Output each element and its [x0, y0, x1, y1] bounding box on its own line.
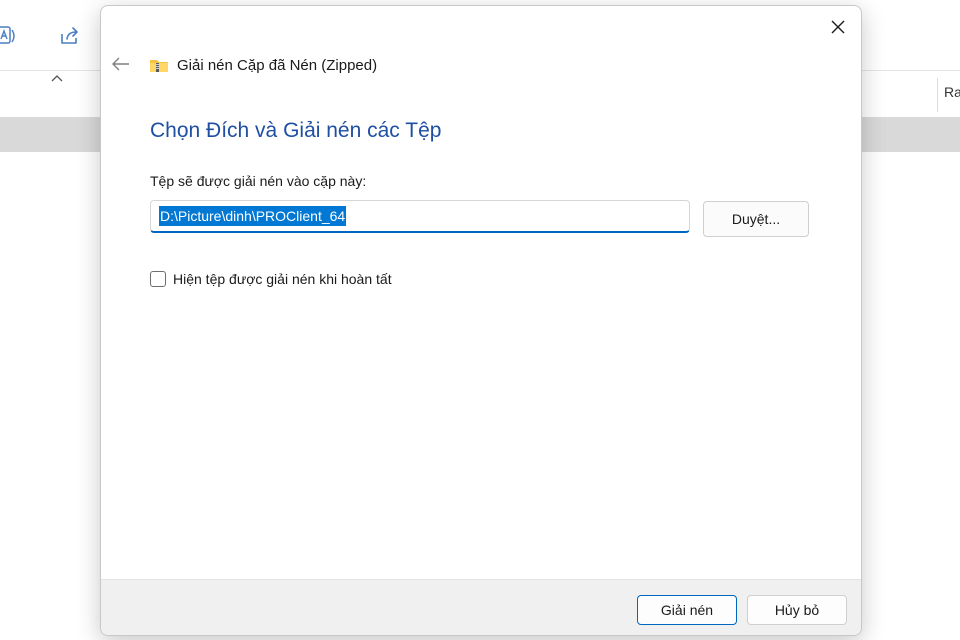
back-arrow-icon	[112, 57, 129, 71]
close-button[interactable]	[823, 12, 853, 42]
extract-button[interactable]: Giải nén	[637, 595, 737, 625]
cancel-button[interactable]: Hủy bỏ	[747, 595, 847, 625]
zip-folder-icon	[149, 57, 169, 73]
close-icon	[831, 20, 845, 34]
column-header-label[interactable]: Ra	[944, 84, 960, 100]
destination-path-input[interactable]: D:\Picture\dinh\PROClient_64	[150, 200, 690, 233]
dialog-footer: Giải nén Hủy bỏ	[101, 579, 861, 635]
page-heading: Chọn Đích và Giải nén các Tệp	[150, 119, 442, 142]
dialog-title-row: Giải nén Cặp đã Nén (Zipped)	[149, 54, 377, 76]
extract-dialog: Giải nén Cặp đã Nén (Zipped) Chọn Đích v…	[100, 5, 862, 636]
browse-button[interactable]: Duyệt...	[703, 201, 809, 237]
dialog-title: Giải nén Cặp đã Nén (Zipped)	[177, 56, 378, 74]
show-files-checkbox[interactable]	[150, 271, 166, 287]
show-files-label: Hiện tệp được giải nén khi hoàn tất	[173, 271, 392, 287]
destination-path-value: D:\Picture\dinh\PROClient_64	[159, 206, 347, 226]
chevron-up-icon[interactable]	[50, 70, 64, 82]
translate-icon[interactable]	[0, 22, 20, 50]
show-files-option[interactable]: Hiện tệp được giải nén khi hoàn tất	[150, 271, 392, 287]
back-button[interactable]	[109, 52, 133, 76]
destination-label: Tệp sẽ được giải nén vào cặp này:	[150, 173, 367, 189]
column-separator[interactable]	[937, 78, 938, 112]
share-icon[interactable]	[56, 22, 84, 50]
